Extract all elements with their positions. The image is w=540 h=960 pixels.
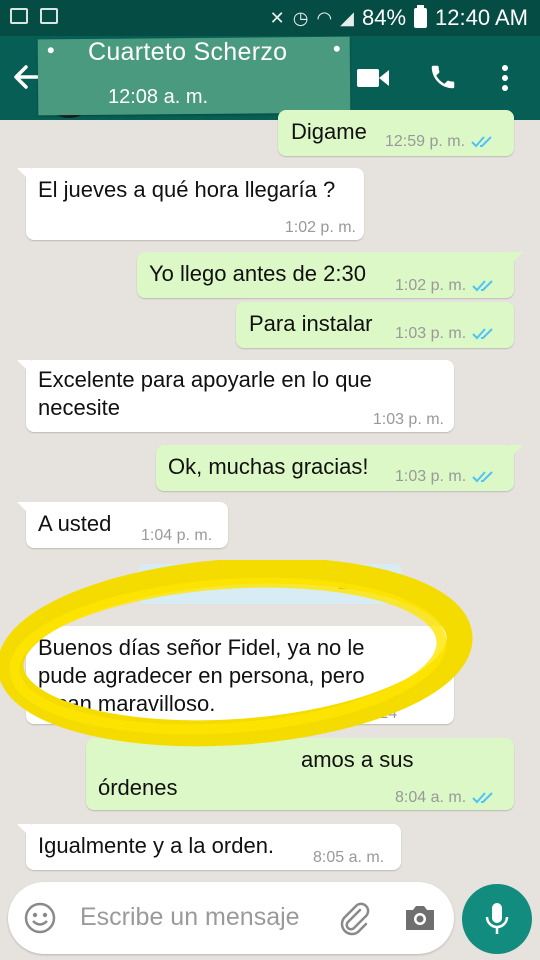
clock: 12:40 AM bbox=[435, 5, 528, 30]
message-meta: 1:02 p. m. bbox=[285, 214, 356, 242]
message-input[interactable] bbox=[80, 903, 330, 932]
chat-header: Cuarteto Scherzo 12:08 a. m. bbox=[0, 36, 540, 120]
message-text-line-2: órdenes bbox=[98, 775, 178, 800]
message-meta: 12:59 p. m. bbox=[385, 128, 497, 156]
message-text-line-3: tocan maravilloso. bbox=[38, 691, 216, 716]
message-time: 1:03 p. m. bbox=[395, 325, 467, 342]
signal-icon: ◢ bbox=[340, 7, 354, 28]
camera-icon[interactable] bbox=[402, 902, 438, 934]
double-check-icon bbox=[471, 136, 492, 148]
message-time: 1:04 p. m. bbox=[141, 527, 213, 544]
message-meta: 6:24 bbox=[366, 700, 397, 728]
message-time: 1:03 p. m. bbox=[395, 468, 467, 485]
mic-icon bbox=[485, 903, 509, 934]
message-meta: 1:03 p. m. bbox=[395, 463, 498, 491]
message-incoming[interactable]: A usted 1:04 p. m. bbox=[17, 502, 228, 550]
message-outgoing[interactable]: Ok, muchas gracias! 1:03 p. m. bbox=[156, 445, 523, 491]
notification-icons bbox=[10, 8, 58, 24]
message-time: 1:02 p. m. bbox=[284, 219, 356, 236]
message-time: 8:04 a. m. bbox=[395, 789, 467, 806]
date-divider-text: 2018 bbox=[337, 573, 383, 593]
double-check-icon bbox=[472, 280, 493, 292]
video-call-icon[interactable] bbox=[356, 66, 390, 90]
voice-message-button[interactable] bbox=[462, 884, 532, 954]
message-text-line-2: pude agradecer en persona, pero bbox=[38, 663, 365, 688]
message-outgoing[interactable]: amos a sus órdenes 8:04 a. m. bbox=[86, 738, 514, 810]
message-incoming[interactable]: Excelente para apoyarle en lo que necesi… bbox=[17, 360, 454, 434]
message-text: Ok, muchas gracias! bbox=[168, 454, 369, 479]
message-outgoing[interactable]: Para instalar 1:03 p. m. bbox=[236, 302, 514, 348]
message-text: Igualmente y a la orden. bbox=[38, 833, 275, 858]
message-incoming-highlighted[interactable]: Buenos días señor Fidel, ya no le pude a… bbox=[17, 626, 454, 724]
message-text: El jueves a qué hora llegaría ? bbox=[38, 177, 336, 202]
message-text-line-2: necesite bbox=[38, 395, 120, 420]
message-text-line-1: Buenos días señor Fidel, ya no le bbox=[38, 635, 365, 660]
system-icons: ✕ ◷ ◠ ◢ bbox=[270, 8, 354, 29]
message-time: 8:05 a. m. bbox=[313, 849, 385, 866]
wifi-icon: ◠ bbox=[316, 7, 333, 28]
message-text-line-1: amos a sus bbox=[301, 747, 414, 772]
alarm-icon: ◷ bbox=[292, 7, 309, 28]
attach-icon[interactable] bbox=[336, 900, 372, 936]
emoji-icon[interactable] bbox=[24, 902, 56, 934]
message-text: Yo llego antes de 2:30 bbox=[149, 261, 366, 286]
message-meta: 8:04 a. m. bbox=[395, 784, 498, 812]
message-outgoing[interactable]: Digame 12:59 p. m. bbox=[278, 110, 514, 156]
double-check-icon bbox=[472, 792, 493, 804]
message-time: 12:59 p. m. bbox=[385, 133, 466, 150]
double-check-icon bbox=[472, 471, 493, 483]
message-incoming[interactable]: Igualmente y a la orden. 8:05 a. m. bbox=[17, 824, 401, 872]
phone-icon[interactable] bbox=[428, 62, 458, 92]
message-outgoing[interactable]: Yo llego antes de 2:30 1:02 p. m. bbox=[137, 252, 523, 300]
status-right: ✕ ◷ ◠ ◢ 84% 12:40 AM bbox=[270, 5, 528, 31]
message-meta: 1:04 p. m. bbox=[141, 522, 212, 550]
message-time: 1:03 p. m. bbox=[372, 411, 444, 428]
message-composer[interactable] bbox=[8, 882, 454, 954]
last-seen: 12:08 a. m. bbox=[108, 86, 209, 108]
message-time: 1:02 p. m. bbox=[395, 277, 467, 294]
message-meta: 1:03 p. m. bbox=[395, 320, 498, 348]
facebook-notification-icon bbox=[40, 8, 58, 24]
battery-icon bbox=[414, 5, 428, 28]
message-time: 6:24 bbox=[366, 705, 398, 722]
chat-title[interactable]: Cuarteto Scherzo bbox=[88, 38, 287, 67]
message-text: Para instalar bbox=[249, 311, 373, 336]
message-text: A usted bbox=[38, 511, 112, 536]
more-vert-icon[interactable] bbox=[498, 64, 512, 92]
message-incoming[interactable]: El jueves a qué hora llegaría ? 1:02 p. … bbox=[17, 168, 364, 242]
message-meta: 1:03 p. m. bbox=[373, 406, 444, 434]
mute-icon: ✕ bbox=[269, 7, 285, 28]
date-divider: 2018 bbox=[138, 564, 402, 604]
message-meta: 8:05 a. m. bbox=[313, 844, 384, 872]
message-meta: 1:02 p. m. bbox=[395, 272, 498, 300]
double-check-icon bbox=[472, 328, 493, 340]
message-text-line-1: Excelente para apoyarle en lo que bbox=[38, 367, 372, 392]
status-bar: ✕ ◷ ◠ ◢ 84% 12:40 AM bbox=[0, 0, 540, 36]
message-text: Digame bbox=[291, 119, 367, 144]
battery-percent: 84% bbox=[362, 5, 407, 30]
gallery-notification-icon bbox=[10, 8, 28, 24]
